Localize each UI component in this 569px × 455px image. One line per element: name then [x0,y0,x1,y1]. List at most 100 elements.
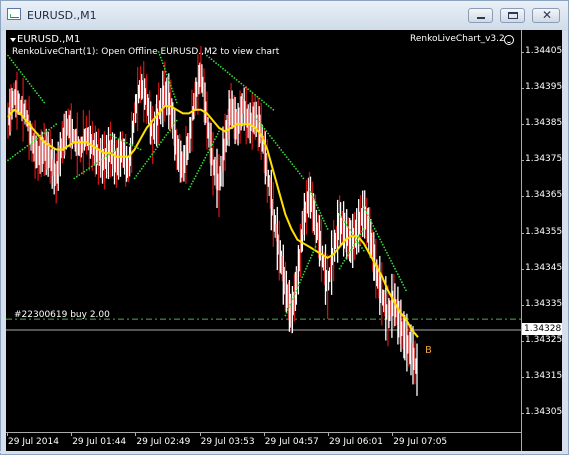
price-tick-label: 1.34315 [525,370,563,381]
band-dot [267,105,270,107]
band-dot [24,146,26,149]
band-dot [254,93,256,96]
chart-menu-arrow-icon[interactable] [10,38,16,42]
indicator-name-label: RenkoLiveChart_v3.2 [410,34,505,44]
band-dot [308,188,311,191]
band-dot [244,86,247,89]
time-tick-mark [392,432,394,436]
time-tick-label: 29 Jul 04:57 [264,437,319,447]
band-dot [11,155,14,158]
price-tick-mark [521,340,524,342]
band-dot [23,75,26,78]
price-tick-label: 1.34385 [525,118,563,129]
band-dot [16,152,19,155]
band-dot [174,98,177,101]
band-dot [45,130,48,133]
band-dot [88,167,91,170]
band-dot [109,134,112,136]
band-dot [285,156,288,159]
band-dot [170,126,173,129]
band-dot [55,123,58,126]
time-tick-mark [7,432,8,436]
band-dot [31,141,33,144]
band-dot [7,159,9,162]
band-dot [139,170,141,173]
band-dot [50,126,53,129]
band-dot [249,90,252,92]
band-dot [338,213,341,216]
band-dot [21,73,24,76]
band-dot [28,143,31,146]
band-dot [324,222,326,225]
band-dot [261,125,264,128]
band-dot [394,267,396,270]
band-dot [25,78,27,80]
band-dot [238,80,240,83]
band-dot [263,127,266,130]
band-dot [315,204,318,207]
band-dot [85,169,88,171]
band-dot [126,142,128,144]
band-dot [286,309,289,311]
price-tick-mark [521,52,524,53]
band-dot [215,62,218,64]
band-dot [384,249,387,252]
band-dot [105,155,108,158]
band-dot [405,289,407,292]
band-dot [95,162,98,165]
band-dot [254,116,257,118]
band-dot [214,138,216,141]
band-dot [14,154,17,156]
band-dot [154,148,157,151]
order-label[interactable]: #22300619 buy 2.00 [14,310,110,320]
band-dot [98,160,101,163]
band-dot [188,188,190,191]
band-dot [321,217,324,220]
band-dot [403,286,406,289]
trade-marker[interactable]: B [425,345,432,356]
band-dot [359,233,362,236]
band-dot [359,244,362,247]
band-dot [224,69,227,72]
band-dot [78,174,81,176]
band-dot [18,68,20,71]
band-dot [43,132,46,135]
band-dot [350,231,353,234]
band-dot [314,246,317,248]
band-dot [270,107,272,109]
band-dot [19,150,21,153]
band-dot [147,158,150,161]
band-dot [203,159,205,162]
band-dot [340,265,343,267]
band-dot [313,198,316,201]
band-dot [161,138,164,141]
band-dot [395,270,398,273]
band-dot [217,64,220,66]
band-dot [314,201,317,204]
band-dot [289,160,292,163]
band-dot [120,139,123,142]
band-dot [161,62,164,65]
band-dot [251,92,254,94]
band-dot [388,257,391,259]
band-dot [265,130,268,133]
band-dot [265,103,268,106]
band-dot [362,228,365,230]
band-dot [295,289,298,292]
band-dot [341,262,344,265]
band-dot [288,306,290,309]
price-tick-mark [521,160,524,162]
band-dot [171,90,174,93]
band-dot [375,230,377,233]
band-dot [212,60,215,63]
symbol-label: EURUSD.,M1 [17,34,81,45]
band-dot [165,73,168,76]
band-dot [173,96,176,98]
band-dot [100,158,103,161]
band-dot [290,300,293,303]
band-dot [391,262,394,265]
band-dot [346,254,349,257]
band-dot [193,177,196,180]
band-dot [343,259,346,262]
band-dot [307,262,310,265]
